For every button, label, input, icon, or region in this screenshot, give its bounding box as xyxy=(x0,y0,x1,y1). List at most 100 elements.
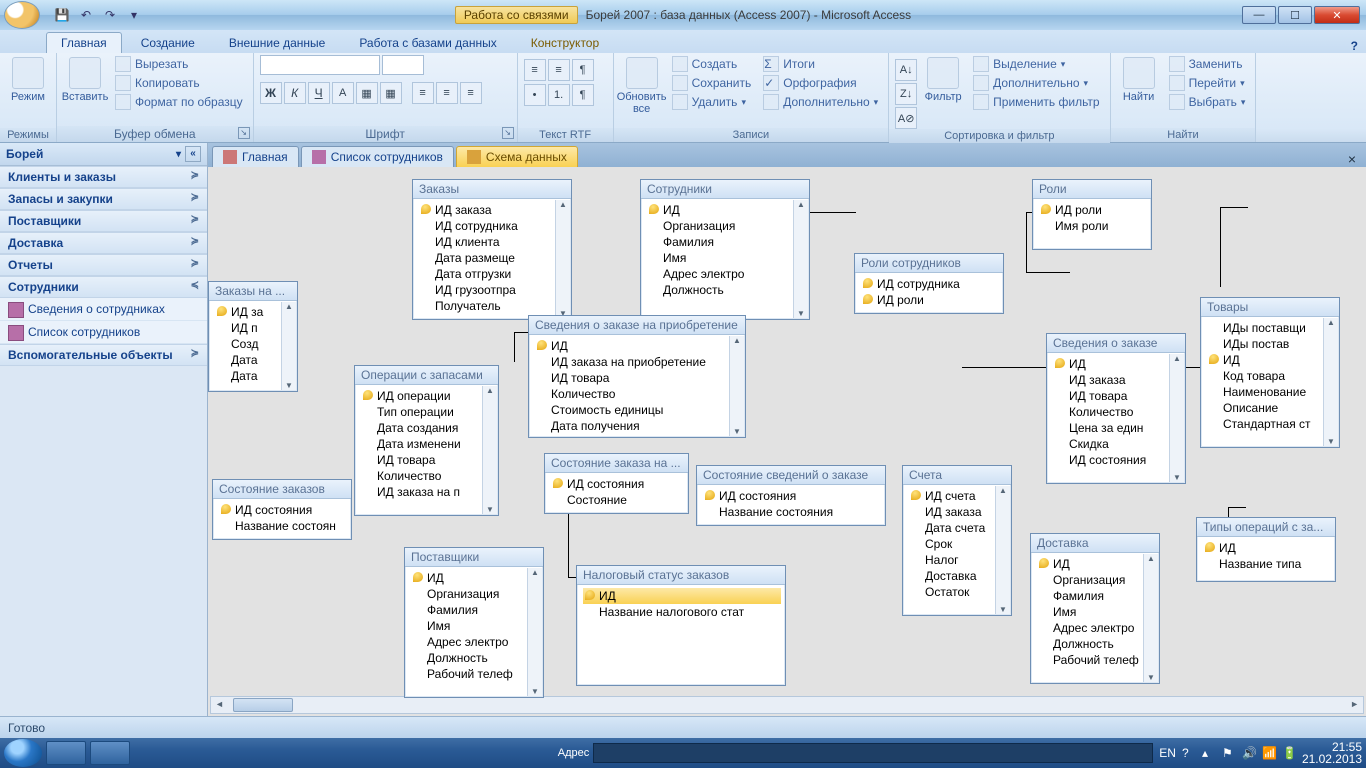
table-field[interactable]: Получатель xyxy=(419,298,553,314)
table-scrollbar[interactable] xyxy=(527,568,542,696)
language-indicator[interactable]: EN xyxy=(1159,746,1176,760)
table-field[interactable]: ИД состояния xyxy=(551,476,684,492)
table-field[interactable]: ИД операции xyxy=(361,388,480,404)
nav-category[interactable]: Отчеты≽ xyxy=(0,254,207,276)
table-field[interactable]: Адрес электро xyxy=(411,634,525,650)
toggle-filter-button[interactable]: Применить фильтр xyxy=(969,93,1103,111)
table-field[interactable]: ИД товара xyxy=(361,452,480,468)
table-field[interactable]: ИД состояния xyxy=(703,488,881,504)
table-field[interactable]: ИДы постав xyxy=(1207,336,1321,352)
navpane-header[interactable]: Борей ▾ « xyxy=(0,143,207,166)
table-scrollbar[interactable] xyxy=(1143,554,1158,682)
table-scrollbar[interactable] xyxy=(555,200,570,318)
table-zakazy[interactable]: ЗаказыИД заказаИД сотрудникаИД клиентаДа… xyxy=(412,179,572,320)
tray-flag-icon[interactable]: ⚑ xyxy=(1222,746,1236,760)
address-input[interactable] xyxy=(593,743,1153,763)
taskbar-app-explorer[interactable] xyxy=(46,741,86,765)
advanced-filter-button[interactable]: Дополнительно▾ xyxy=(969,74,1103,92)
table-field[interactable]: ИД счета xyxy=(909,488,993,504)
table-field[interactable]: ИД xyxy=(1203,540,1331,556)
table-title[interactable]: Сведения о заказе xyxy=(1047,334,1185,353)
table-field[interactable]: Имя роли xyxy=(1039,218,1147,234)
table-field[interactable]: Фамилия xyxy=(647,234,791,250)
italic-button[interactable]: К xyxy=(284,82,306,104)
table-title[interactable]: Заказы xyxy=(413,180,571,199)
tray-chevron-up-icon[interactable]: ▴ xyxy=(1202,746,1216,760)
table-svedeniya_priobr[interactable]: Сведения о заказе на приобретениеИДИД за… xyxy=(528,315,746,438)
table-field[interactable]: Имя xyxy=(411,618,525,634)
table-field[interactable]: Организация xyxy=(1037,572,1141,588)
table-roli_sotr[interactable]: Роли сотрудниковИД сотрудникаИД роли xyxy=(854,253,1004,314)
table-field[interactable]: Должность xyxy=(647,282,791,298)
underline-button[interactable]: Ч xyxy=(308,82,330,104)
align-center-button[interactable]: ≡ xyxy=(436,82,458,104)
tray-battery-icon[interactable]: 🔋 xyxy=(1282,746,1296,760)
table-postavshiki[interactable]: ПоставщикиИДОрганизацияФамилияИмяАдрес э… xyxy=(404,547,544,698)
table-title[interactable]: Роли xyxy=(1033,180,1151,199)
window-minimize-button[interactable]: — xyxy=(1242,6,1276,24)
refresh-all-button[interactable]: Обновить все xyxy=(620,55,664,117)
table-title[interactable]: Поставщики xyxy=(405,548,543,567)
taskbar-clock[interactable]: 21:55 21.02.2013 xyxy=(1302,741,1362,765)
table-field[interactable]: Наименование xyxy=(1207,384,1321,400)
qat-redo-icon[interactable]: ↷ xyxy=(100,5,120,25)
table-field[interactable]: Доставка xyxy=(909,568,993,584)
table-field[interactable]: Скидка xyxy=(1053,436,1167,452)
rtl-button[interactable]: ¶ xyxy=(572,84,594,106)
table-sotrudniki[interactable]: СотрудникиИДОрганизацияФамилияИмяАдрес э… xyxy=(640,179,810,320)
table-field[interactable]: Рабочий телеф xyxy=(1037,652,1141,668)
table-scrollbar[interactable] xyxy=(281,302,296,390)
table-field[interactable]: ИД xyxy=(647,202,791,218)
fill-color-button[interactable]: ▦ xyxy=(356,82,378,104)
table-field[interactable]: ИД роли xyxy=(1039,202,1147,218)
table-field[interactable]: Описание xyxy=(1207,400,1321,416)
table-title[interactable]: Состояние заказа на ... xyxy=(545,454,688,473)
replace-button[interactable]: Заменить xyxy=(1165,55,1250,73)
table-title[interactable]: Товары xyxy=(1201,298,1339,317)
table-field[interactable]: ИД клиента xyxy=(419,234,553,250)
bullets-button[interactable]: • xyxy=(524,84,546,106)
table-title[interactable]: Типы операций с за... xyxy=(1197,518,1335,537)
table-sved_o_zakaze[interactable]: Сведения о заказеИДИД заказаИД товараКол… xyxy=(1046,333,1186,484)
table-scrollbar[interactable] xyxy=(482,386,497,514)
ribbon-tab-dbtools[interactable]: Работа с базами данных xyxy=(344,32,511,53)
table-field[interactable]: Фамилия xyxy=(411,602,525,618)
table-field[interactable]: Тип операции xyxy=(361,404,480,420)
table-dostavka[interactable]: ДоставкаИДОрганизацияФамилияИмяАдрес эле… xyxy=(1030,533,1160,684)
ltr-button[interactable]: ¶ xyxy=(572,59,594,81)
table-operations[interactable]: Операции с запасамиИД операцииТип операц… xyxy=(354,365,499,516)
table-field[interactable]: ИД заказа на приобретение xyxy=(535,354,727,370)
font-size-combo[interactable] xyxy=(382,55,424,75)
totals-button[interactable]: ΣИтоги xyxy=(759,55,882,73)
table-field[interactable]: Дата xyxy=(215,368,279,384)
table-field[interactable]: Дата отгрузки xyxy=(419,266,553,282)
nav-category[interactable]: Сотрудники≼ xyxy=(0,276,207,298)
canvas-h-scrollbar[interactable] xyxy=(210,696,1364,714)
table-field[interactable]: Стоимость единицы xyxy=(535,402,727,418)
table-field[interactable]: ИД сотрудника xyxy=(861,276,999,292)
tray-volume-icon[interactable]: 🔊 xyxy=(1242,746,1256,760)
window-maximize-button[interactable]: ☐ xyxy=(1278,6,1312,24)
relationships-canvas[interactable]: Заказы ИД заказа ИД сотрудника ИД клиента Да… xyxy=(208,167,1366,716)
table-sostoyanie_sved[interactable]: Состояние сведений о заказеИД состоянияН… xyxy=(696,465,886,526)
table-field[interactable]: Дата счета xyxy=(909,520,993,536)
table-field[interactable]: ИД роли xyxy=(861,292,999,308)
table-field[interactable]: ИД заказа на п xyxy=(361,484,480,500)
table-field[interactable]: ИД заказа xyxy=(909,504,993,520)
align-left-button[interactable]: ≡ xyxy=(412,82,434,104)
table-field[interactable]: ИДы поставщи xyxy=(1207,320,1321,336)
save-record-button[interactable]: Сохранить xyxy=(668,74,756,92)
font-color-button[interactable]: A xyxy=(332,82,354,104)
goto-button[interactable]: Перейти▾ xyxy=(1165,74,1250,92)
table-field[interactable]: Дата получения xyxy=(535,418,727,434)
sort-asc-button[interactable]: A↓ xyxy=(895,59,917,81)
table-field[interactable]: Количество xyxy=(1053,404,1167,420)
indent-dec-button[interactable]: ≡ xyxy=(524,59,546,81)
table-field[interactable]: Налог xyxy=(909,552,993,568)
table-field[interactable]: Должность xyxy=(1037,636,1141,652)
ribbon-tab-create[interactable]: Создание xyxy=(126,32,210,53)
table-field[interactable]: Дата создания xyxy=(361,420,480,436)
dialog-launcher-icon[interactable]: ↘ xyxy=(238,127,250,139)
dialog-launcher-icon[interactable]: ↘ xyxy=(502,127,514,139)
clear-sort-button[interactable]: A⊘ xyxy=(895,107,917,129)
